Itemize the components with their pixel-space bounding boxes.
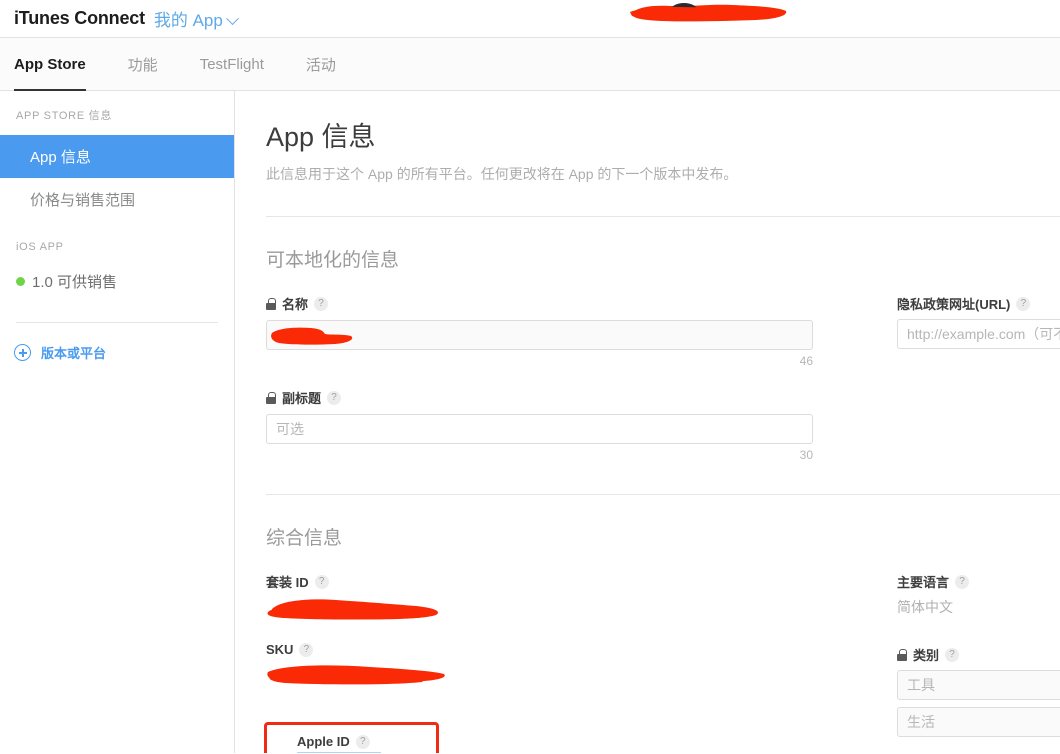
category-secondary-value: 生活	[907, 714, 935, 730]
primary-language-value: 简体中文	[897, 599, 953, 615]
subtitle-placeholder: 可选	[276, 421, 304, 437]
my-app-label: 我的 App	[153, 11, 223, 30]
section-divider-middle	[266, 494, 1060, 495]
apple-id-value[interactable]: 1177935964	[297, 752, 382, 753]
section-tabs: App Store 功能 TestFlight 活动	[0, 38, 1060, 91]
add-version-or-platform-button[interactable]: 版本或平台	[0, 323, 234, 362]
bundle-id-value	[266, 598, 846, 622]
localizable-right-column: 隐私政策网址(URL) ? http://example.com（可不填	[846, 294, 1060, 462]
itunes-connect-app-information-page: iTunes Connect 我的 App App Store 功能 TestF…	[0, 0, 1060, 754]
primary-language-label: 主要语言	[897, 575, 950, 590]
tab-app-store[interactable]: App Store	[14, 38, 86, 91]
privacy-url-input[interactable]: http://example.com（可不填	[897, 319, 1060, 349]
tab-activity[interactable]: 活动	[306, 38, 336, 91]
sidebar: APP STORE 信息 App 信息 价格与销售范围 iOS APP 1.0 …	[0, 91, 235, 753]
sku-label-row: SKU ?	[266, 642, 846, 657]
bundle-id-label-row: 套装 ID ?	[266, 572, 846, 591]
plus-circle-icon	[14, 344, 31, 361]
section-divider-top	[266, 216, 1060, 217]
general-left-column: 套装 ID ? SKU ? Apple ID ?	[264, 572, 846, 753]
sidebar-section-app-store-info: APP STORE 信息	[16, 110, 113, 122]
account-name-redaction	[630, 3, 787, 22]
page-body: APP STORE 信息 App 信息 价格与销售范围 iOS APP 1.0 …	[0, 91, 1060, 753]
global-header: iTunes Connect 我的 App	[0, 0, 1060, 38]
localizable-info-heading: 可本地化的信息	[266, 250, 400, 271]
bundle-id-redaction	[267, 599, 438, 620]
name-value-redaction	[271, 327, 353, 345]
sidebar-item-app-information[interactable]: App 信息	[0, 135, 234, 178]
privacy-url-label-row: 隐私政策网址(URL) ?	[897, 294, 1060, 313]
category-label-row: 类别 ?	[897, 645, 1060, 664]
apple-id-highlight-box: Apple ID ? 1177935964	[264, 722, 439, 753]
page-subtitle: 此信息用于这个 App 的所有平台。任何更改将在 App 的下一个版本中发布。	[266, 166, 738, 182]
localizable-left-column: 名称 ? 46 副标题 ? 可选 30	[266, 294, 846, 462]
sidebar-version-label: 1.0 可供销售	[32, 274, 118, 291]
subtitle-field-label: 副标题	[282, 391, 322, 406]
my-app-menu[interactable]: 我的 App	[153, 6, 239, 31]
sidebar-item-pricing-availability[interactable]: 价格与销售范围	[0, 178, 234, 221]
help-icon[interactable]: ?	[1016, 296, 1031, 311]
name-field-label: 名称	[282, 297, 309, 312]
add-version-label: 版本或平台	[41, 346, 107, 361]
bundle-id-label: 套装 ID	[266, 575, 309, 590]
subtitle-input[interactable]: 可选	[266, 414, 813, 444]
localizable-info-columns: 名称 ? 46 副标题 ? 可选 30 隐私政策网址(URL) ? http:/…	[266, 294, 1060, 462]
sku-field: SKU ?	[266, 642, 846, 688]
help-icon[interactable]: ?	[314, 574, 329, 589]
privacy-url-label: 隐私政策网址(URL)	[897, 297, 1011, 312]
category-secondary-select[interactable]: 生活	[897, 707, 1060, 737]
help-icon[interactable]: ?	[955, 574, 970, 589]
apple-id-label: Apple ID	[297, 734, 350, 749]
sku-redaction	[267, 665, 445, 685]
apple-id-field: Apple ID ? 1177935964	[264, 722, 846, 753]
general-info-heading: 综合信息	[266, 528, 343, 549]
name-char-counter: 46	[799, 354, 813, 368]
main-content: App 信息 此信息用于这个 App 的所有平台。任何更改将在 App 的下一个…	[235, 91, 1060, 753]
lock-icon	[266, 297, 276, 310]
tab-testflight[interactable]: TestFlight	[200, 38, 264, 91]
subtitle-char-counter: 30	[799, 448, 813, 462]
primary-language-label-row: 主要语言 ?	[897, 572, 1060, 591]
name-field-label-row: 名称 ?	[266, 294, 846, 313]
help-icon[interactable]: ?	[945, 647, 960, 662]
page-title: App 信息	[266, 122, 376, 152]
lock-icon	[897, 648, 907, 661]
category-primary-value: 工具	[907, 677, 935, 693]
help-icon[interactable]: ?	[299, 642, 314, 657]
apple-id-label-row: Apple ID ?	[297, 734, 436, 749]
sku-value	[266, 664, 846, 688]
sidebar-item-version-1-0[interactable]: 1.0 可供销售	[0, 267, 234, 296]
subtitle-field-label-row: 副标题 ?	[266, 388, 846, 407]
help-icon[interactable]: ?	[355, 734, 370, 749]
bundle-id-field: 套装 ID ?	[266, 572, 846, 622]
sku-label: SKU	[266, 642, 294, 657]
category-primary-select[interactable]: 工具	[897, 670, 1060, 700]
help-icon[interactable]: ?	[314, 296, 329, 311]
help-icon[interactable]: ?	[327, 390, 342, 405]
chevron-down-icon	[225, 12, 239, 26]
name-input[interactable]	[266, 320, 813, 350]
tab-features[interactable]: 功能	[128, 38, 158, 91]
lock-icon	[266, 391, 276, 404]
category-label: 类别	[913, 648, 940, 663]
status-dot-icon	[16, 277, 25, 286]
brand-title: iTunes Connect	[14, 8, 145, 28]
privacy-url-placeholder: http://example.com（可不填	[907, 326, 1060, 342]
general-right-column: 主要语言 ? 简体中文 类别 ? 工具 生活	[846, 572, 1060, 753]
general-info-columns: 套装 ID ? SKU ? Apple ID ? 主要语言 ? 简体中文 类别 …	[264, 572, 1060, 753]
sidebar-section-ios-app: iOS APP	[16, 241, 64, 253]
